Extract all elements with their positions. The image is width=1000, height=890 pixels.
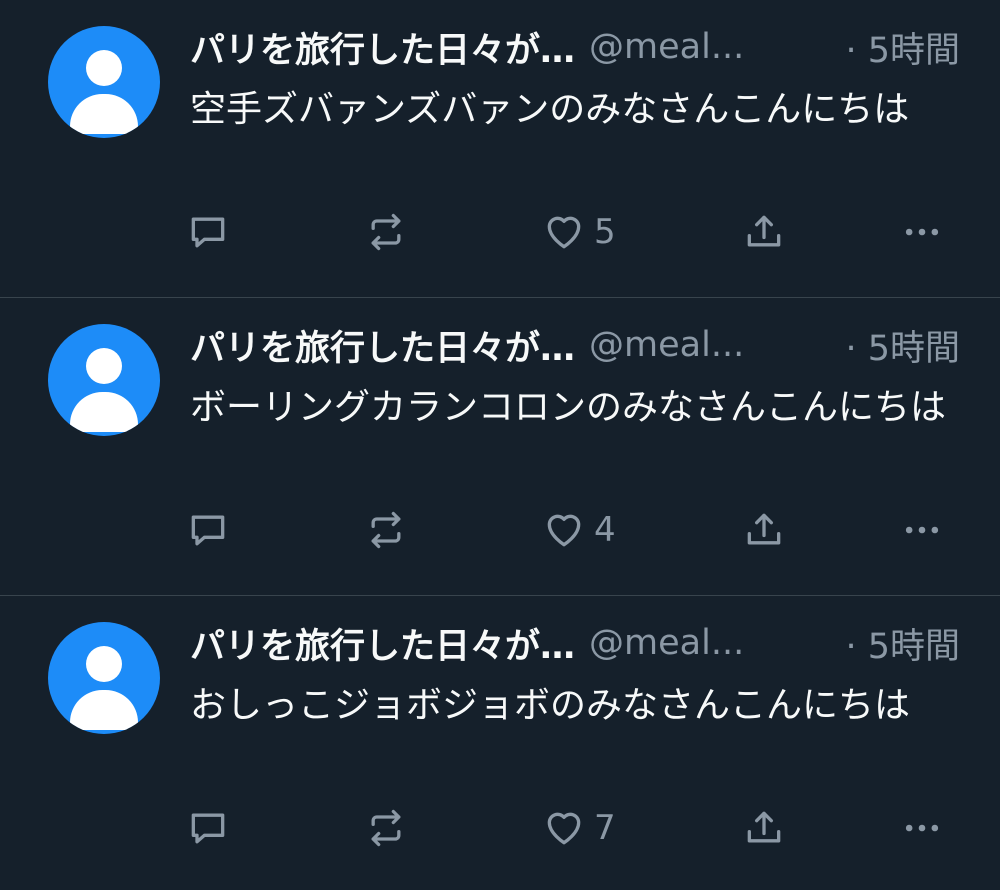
tweet-header: パリを旅行した日々が… @meal... · 5時間 xyxy=(190,22,960,73)
more-button[interactable] xyxy=(900,208,944,256)
like-count: 5 xyxy=(594,212,616,252)
tweet-header: パリを旅行した日々が… @meal... · 5時間 xyxy=(190,320,960,371)
retweet-icon xyxy=(371,213,401,251)
avatar-head-shape xyxy=(86,50,122,86)
display-name[interactable]: パリを旅行した日々が… xyxy=(190,320,575,371)
heart-icon xyxy=(547,514,581,547)
more-icon xyxy=(905,526,939,534)
like-button[interactable]: 5 xyxy=(542,208,616,256)
like-count: 4 xyxy=(594,510,616,550)
share-button[interactable] xyxy=(742,804,786,852)
retweet-button[interactable] xyxy=(364,804,408,852)
timestamp[interactable]: · 5時間 xyxy=(845,618,960,669)
share-icon xyxy=(747,215,781,247)
timestamp[interactable]: · 5時間 xyxy=(845,320,960,371)
tweet-text: ボーリングカランコロンのみなさんこんにちは xyxy=(190,387,947,428)
tweet[interactable]: パリを旅行した日々が… @meal... · 5時間 おしっこジョボジョボのみな… xyxy=(0,596,1000,890)
avatar-body-shape xyxy=(70,94,138,134)
avatar[interactable] xyxy=(48,26,160,138)
avatar-head-shape xyxy=(86,348,122,384)
reply-button[interactable] xyxy=(186,208,230,256)
share-icon xyxy=(747,811,781,843)
tweet[interactable]: パリを旅行した日々が… @meal... · 5時間 空手ズバァンズバァンのみな… xyxy=(0,0,1000,298)
share-button[interactable] xyxy=(742,506,786,554)
tweet-text: おしっこジョボジョボのみなさんこんにちは xyxy=(190,685,911,726)
display-name[interactable]: パリを旅行した日々が… xyxy=(190,22,575,73)
user-handle[interactable]: @meal... xyxy=(589,325,744,365)
user-handle[interactable]: @meal... xyxy=(589,623,744,663)
avatar[interactable] xyxy=(48,324,160,436)
reply-button[interactable] xyxy=(186,506,230,554)
reply-button[interactable] xyxy=(186,804,230,852)
retweet-icon xyxy=(371,809,401,847)
user-handle[interactable]: @meal... xyxy=(589,27,744,67)
avatar-body-shape xyxy=(70,392,138,432)
tweet-actions: 5 xyxy=(186,208,946,256)
retweet-button[interactable] xyxy=(364,506,408,554)
more-button[interactable] xyxy=(900,506,944,554)
timeline-feed: パリを旅行した日々が… @meal... · 5時間 空手ズバァンズバァンのみな… xyxy=(0,0,1000,890)
timestamp[interactable]: · 5時間 xyxy=(845,22,960,73)
share-button[interactable] xyxy=(742,208,786,256)
like-button[interactable]: 7 xyxy=(542,804,616,852)
heart-icon xyxy=(547,812,581,845)
like-count: 7 xyxy=(594,808,616,848)
avatar-body-shape xyxy=(70,690,138,730)
reply-icon xyxy=(191,813,225,844)
share-icon xyxy=(747,513,781,545)
retweet-button[interactable] xyxy=(364,208,408,256)
display-name[interactable]: パリを旅行した日々が… xyxy=(190,618,575,669)
more-button[interactable] xyxy=(900,804,944,852)
tweet-actions: 4 xyxy=(186,506,946,554)
more-icon xyxy=(905,228,939,236)
reply-icon xyxy=(191,515,225,546)
heart-icon xyxy=(547,216,581,249)
tweet-header: パリを旅行した日々が… @meal... · 5時間 xyxy=(190,618,960,669)
avatar[interactable] xyxy=(48,622,160,734)
avatar-head-shape xyxy=(86,646,122,682)
tweet-actions: 7 xyxy=(186,804,946,852)
tweet[interactable]: パリを旅行した日々が… @meal... · 5時間 ボーリングカランコロンのみ… xyxy=(0,298,1000,596)
reply-icon xyxy=(191,217,225,248)
tweet-text: 空手ズバァンズバァンのみなさんこんにちは xyxy=(190,89,910,130)
like-button[interactable]: 4 xyxy=(542,506,616,554)
retweet-icon xyxy=(371,511,401,549)
more-icon xyxy=(905,824,939,832)
